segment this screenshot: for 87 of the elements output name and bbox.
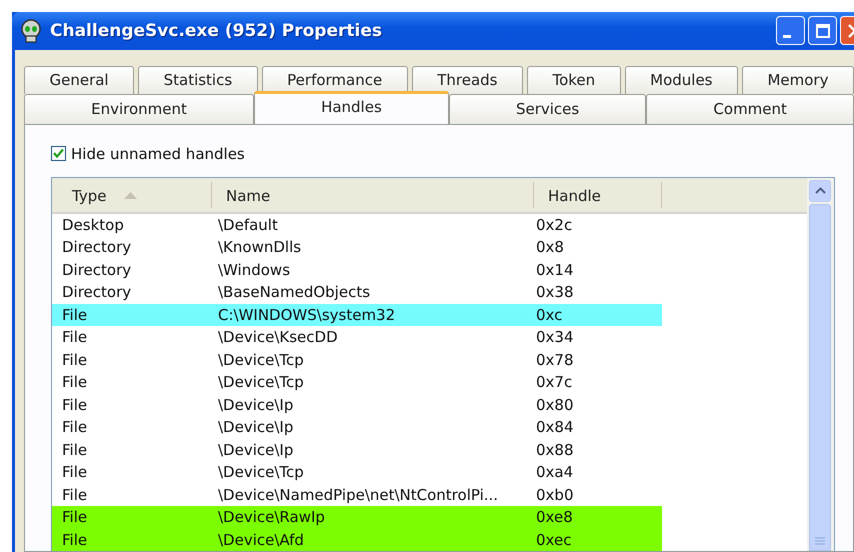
maximize-icon [814, 22, 832, 40]
table-cell-text: 0xc [535, 306, 564, 324]
table-cell-text: File [61, 530, 88, 549]
highlighted-row[interactable]: File C:\WINDOWS\system32 0xc [52, 304, 662, 326]
column-header[interactable]: Name [212, 182, 534, 208]
tab[interactable]: Memory [742, 66, 854, 94]
table-cell-text: 0x8 [535, 238, 565, 256]
table-cell-text: File [61, 396, 88, 414]
tab[interactable]: Comment [646, 94, 854, 124]
table-cell-text: File [61, 350, 88, 369]
table-cell-text: Desktop [61, 216, 125, 234]
column-header[interactable]: Handle [534, 182, 662, 208]
table-cell-text: \Device\Tcp [217, 463, 305, 482]
tab[interactable]: General [24, 66, 134, 94]
tab[interactable]: Environment [24, 94, 254, 124]
minimize-icon [783, 35, 791, 38]
table-cell-text: File [61, 486, 88, 504]
table-cell-text: 0x78 [535, 350, 575, 369]
table-cell-text: File [61, 373, 88, 392]
checkbox-label: Hide unnamed handles [71, 144, 245, 162]
table-cell-text: 0xec [535, 530, 572, 549]
table-cell-text: 0x2c [535, 216, 574, 234]
tab[interactable]: Performance [262, 66, 408, 94]
table-cell-text: \Default [217, 216, 279, 234]
table-cell-text: 0x88 [535, 440, 575, 459]
minimize-button[interactable] [776, 16, 805, 46]
maximize-button[interactable] [808, 16, 837, 46]
table-row[interactable]: File \Device\KsecDD 0x34 [52, 326, 662, 348]
table-cell-text: \KnownDlls [217, 238, 302, 256]
table-cell-text: 0x7c [535, 373, 574, 392]
table-cell-text: 0x80 [535, 396, 575, 414]
checkbox[interactable] [51, 146, 66, 161]
table-cell-text: \BaseNamedObjects [217, 283, 372, 302]
table-cell-text: \Device\KsecDD [217, 328, 339, 346]
tab[interactable]: Modules [624, 66, 738, 94]
vertical-scrollbar[interactable] [807, 178, 834, 551]
table-cell-text: 0x34 [535, 328, 575, 346]
table-cell-text: Directory [61, 238, 132, 256]
table-cell-text: \Device\Tcp [217, 350, 305, 369]
table-cell-text: \Device\Tcp [217, 373, 305, 392]
tab[interactable]: Statistics [138, 66, 258, 94]
table-cell-text: Directory [61, 283, 132, 302]
table-cell-text: C:\WINDOWS\system32 [217, 306, 396, 324]
tab[interactable]: Token [526, 66, 621, 94]
table-cell-text: 0xb0 [535, 486, 574, 504]
tab[interactable]: Threads [412, 66, 523, 94]
highlighted-row[interactable]: File \Device\RawIp 0xe8 [52, 506, 662, 528]
table-cell-text: \Device\Ip [217, 396, 294, 414]
table-cell-text: File [61, 508, 88, 526]
table-cell-text: 0x14 [535, 260, 575, 279]
table-row[interactable]: File \Device\NamedPipe\net\NtControlPi... 0xb0 [52, 484, 662, 506]
tab[interactable]: Services [448, 94, 646, 124]
table-cell-text: Directory [61, 260, 132, 279]
table-cell-text: File [61, 328, 88, 346]
table-row[interactable]: File \Device\Ip 0x84 [52, 416, 662, 438]
table-row[interactable]: File \Device\Tcp 0x7c [52, 371, 662, 394]
table-cell-text: File [61, 463, 88, 482]
table-row[interactable]: Desktop \Default 0x2c [52, 214, 662, 236]
highlighted-row[interactable]: File \Device\Afd 0xec [52, 528, 662, 551]
column-header[interactable]: Type [52, 182, 212, 208]
table-cell-text: File [61, 418, 88, 436]
scroll-up-button[interactable] [809, 180, 831, 202]
tab[interactable]: Handles [254, 90, 449, 124]
table-cell-text: \Device\RawIp [217, 508, 326, 526]
table-cell-text: 0xa4 [535, 463, 574, 482]
table-cell-text: 0x38 [535, 283, 575, 302]
table-row[interactable]: Directory \BaseNamedObjects 0x38 [52, 281, 662, 304]
table-cell-text: \Device\Ip [217, 418, 294, 436]
window-title: ChallengeSvc.exe (952) Properties [50, 20, 382, 41]
table-row[interactable]: File \Device\Ip 0x88 [52, 438, 662, 461]
table-row[interactable]: File \Device\Ip 0x80 [52, 394, 662, 416]
table-row[interactable]: File \Device\Tcp 0xa4 [52, 461, 662, 484]
table-cell-text: \Device\Afd [217, 530, 305, 549]
table-row[interactable]: Directory \Windows 0x14 [52, 258, 662, 281]
sort-ascending-icon [124, 192, 138, 199]
table-cell-text: \Device\NamedPipe\net\NtControlPi... [217, 486, 500, 504]
table-row[interactable]: File \Device\Tcp 0x78 [52, 348, 662, 371]
table-cell-text: \Windows [217, 260, 292, 279]
table-cell-text: 0x84 [535, 418, 575, 436]
table-cell-text: 0xe8 [535, 508, 574, 526]
caret-up-icon [814, 187, 826, 194]
scroll-thumb[interactable] [809, 204, 831, 551]
grip-icon [815, 537, 825, 546]
table-row[interactable]: Directory \KnownDlls 0x8 [52, 236, 662, 258]
table-cell-text: \Device\Ip [217, 440, 294, 459]
table-cell-text: File [61, 306, 88, 324]
table-cell-text: File [61, 440, 88, 459]
